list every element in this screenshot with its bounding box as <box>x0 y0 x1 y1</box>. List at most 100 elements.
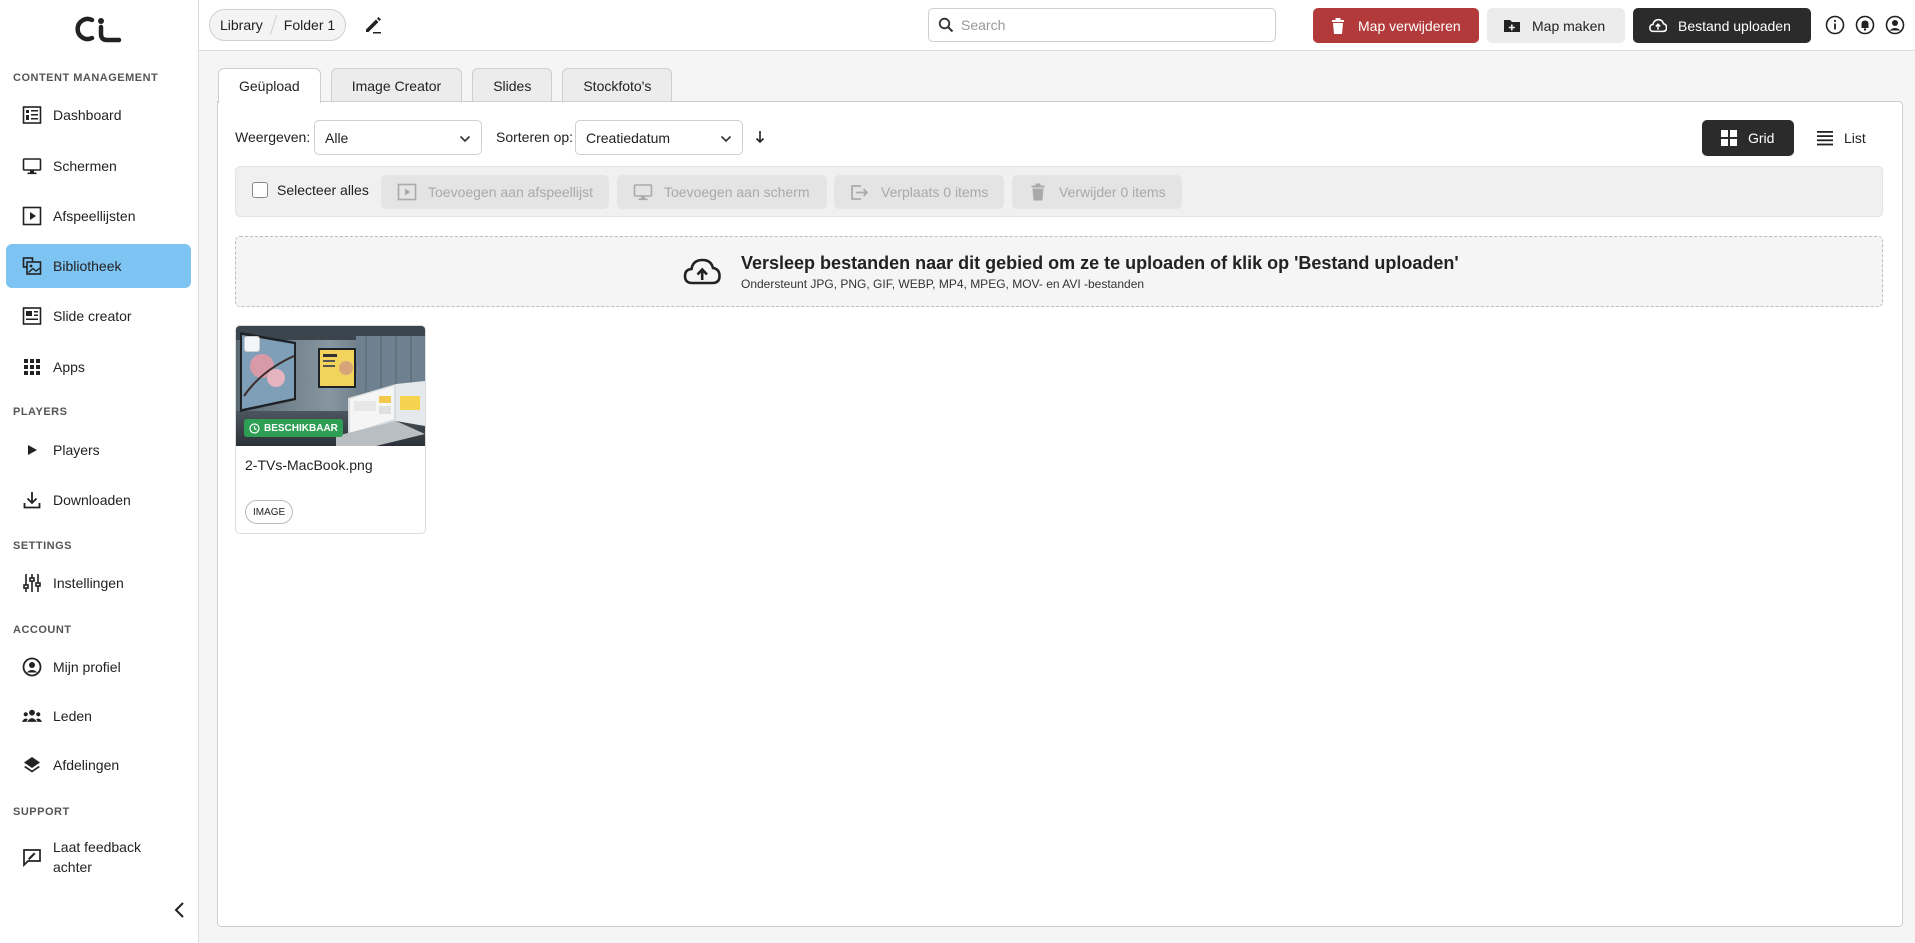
dropzone-subtitle: Ondersteunt JPG, PNG, GIF, WEBP, MP4, MP… <box>741 277 1145 291</box>
upload-file-button[interactable]: Bestand uploaden <box>1633 8 1811 43</box>
dashboard-icon <box>22 105 42 125</box>
cloud-upload-icon <box>1649 18 1667 32</box>
sort-direction-arrow-icon[interactable] <box>752 129 768 145</box>
sidebar-item-apps[interactable]: Apps <box>6 345 191 389</box>
apps-grid-icon <box>22 357 42 377</box>
select-all-checkbox[interactable] <box>252 182 268 198</box>
monitor-icon <box>22 156 42 176</box>
library-icon <box>22 256 42 276</box>
tab-slides[interactable]: Slides <box>472 68 553 102</box>
sort-select[interactable]: Creatiedatum <box>575 120 743 155</box>
section-title-support: SUPPORT <box>13 806 70 818</box>
sidebar-item-label: Instellingen <box>53 575 124 591</box>
sidebar-item-label: Afspeellijsten <box>53 208 136 224</box>
show-filter-label: Weergeven: <box>235 129 311 145</box>
make-folder-button[interactable]: Map maken <box>1487 8 1625 43</box>
sidebar-item-bibliotheek[interactable]: Bibliotheek <box>6 244 191 288</box>
section-title-players: PLAYERS <box>13 406 68 418</box>
file-card[interactable]: BESCHIKBAAR 2-TVs-MacBook.png IMAGE <box>235 325 426 534</box>
sidebar-item-feedback[interactable]: Laat feedback achter <box>6 832 191 882</box>
download-icon <box>22 490 42 510</box>
chevron-down-icon <box>459 135 471 143</box>
monitor-icon <box>633 184 653 201</box>
account-icon[interactable] <box>1885 15 1905 35</box>
sliders-icon <box>22 573 42 593</box>
sidebar-item-label: Downloaden <box>53 492 131 508</box>
add-to-playlist-label: Toevoegen aan afspeellijst <box>428 184 594 200</box>
section-title-settings: SETTINGS <box>13 540 73 552</box>
sidebar-item-label: Bibliotheek <box>53 258 122 274</box>
upload-file-label: Bestand uploaden <box>1678 17 1791 34</box>
move-items-label: Verplaats 0 items <box>881 184 989 200</box>
sidebar-item-label: Dashboard <box>53 107 122 123</box>
sort-label: Sorteren op: <box>496 129 574 145</box>
search-icon <box>938 17 954 33</box>
info-icon[interactable] <box>1825 15 1845 35</box>
sidebar-item-slide-creator[interactable]: Slide creator <box>6 294 191 338</box>
clock-icon <box>249 422 260 434</box>
show-filter-select[interactable]: Alle <box>314 120 482 155</box>
delete-items-button[interactable]: Verwijder 0 items <box>1012 175 1182 209</box>
notification-bell-icon[interactable] <box>1855 15 1875 35</box>
search-box[interactable] <box>928 8 1276 42</box>
add-to-screen-button[interactable]: Toevoegen aan scherm <box>617 175 827 209</box>
play-icon <box>22 440 42 460</box>
breadcrumb-item-folder[interactable]: Folder 1 <box>284 17 335 33</box>
users-icon <box>22 706 42 726</box>
slide-creator-icon <box>22 306 42 326</box>
sort-value: Creatiedatum <box>586 129 671 146</box>
sidebar-item-downloaden[interactable]: Downloaden <box>6 478 191 522</box>
sidebar-item-label: Players <box>53 442 100 458</box>
list-view-label: List <box>1844 130 1866 146</box>
sidebar-item-leden[interactable]: Leden <box>6 694 191 738</box>
delete-folder-label: Map verwijderen <box>1358 17 1461 34</box>
sidebar-item-instellingen[interactable]: Instellingen <box>6 561 191 605</box>
sidebar-item-label: Laat feedback achter <box>53 839 141 875</box>
delete-folder-button[interactable]: Map verwijderen <box>1313 8 1479 43</box>
tab-image-creator[interactable]: Image Creator <box>330 68 463 102</box>
move-items-button[interactable]: Verplaats 0 items <box>834 175 1004 209</box>
cloud-upload-icon <box>683 258 721 285</box>
layers-icon <box>22 755 42 775</box>
tab-geupload[interactable]: Geüpload <box>218 68 321 103</box>
top-bar: Library Folder 1 Map verwijderen Map mak… <box>199 0 1915 51</box>
section-title-content: CONTENT MANAGEMENT <box>13 72 159 84</box>
show-filter-value: Alle <box>325 129 349 146</box>
sidebar-item-dashboard[interactable]: Dashboard <box>6 93 191 137</box>
breadcrumb: Library Folder 1 <box>209 9 347 41</box>
sidebar-item-label: Slide creator <box>53 308 132 324</box>
move-icon <box>851 185 869 200</box>
trash-icon <box>1031 183 1045 201</box>
sidebar-item-mijn-profiel[interactable]: Mijn profiel <box>6 645 191 689</box>
app-logo[interactable] <box>74 14 124 44</box>
sidebar-item-players[interactable]: Players <box>6 428 191 472</box>
sidebar-item-afspeellijsten[interactable]: Afspeellijsten <box>6 194 191 238</box>
search-input[interactable] <box>961 17 1261 33</box>
feedback-icon <box>22 847 42 867</box>
edit-pencil-icon[interactable] <box>363 15 383 35</box>
add-to-playlist-button[interactable]: Toevoegen aan afspeellijst <box>381 175 609 209</box>
file-select-checkbox[interactable] <box>244 336 260 352</box>
list-view-button[interactable]: List <box>1808 120 1888 156</box>
playlist-icon <box>22 206 42 226</box>
tab-stockfotos[interactable]: Stockfoto's <box>562 68 673 102</box>
library-panel <box>217 101 1903 927</box>
file-name: 2-TVs-MacBook.png <box>245 457 373 473</box>
breadcrumb-item-library[interactable]: Library <box>220 17 263 33</box>
playlist-icon <box>397 183 417 201</box>
make-folder-label: Map maken <box>1532 17 1606 34</box>
upload-dropzone[interactable]: Versleep bestanden naar dit gebied om ze… <box>235 236 1883 307</box>
collapse-sidebar-icon[interactable] <box>170 900 190 920</box>
sidebar-item-label: Schermen <box>53 158 117 174</box>
status-badge-label: BESCHIKBAAR <box>264 422 338 434</box>
file-type-tag: IMAGE <box>245 500 294 524</box>
sidebar-item-schermen[interactable]: Schermen <box>6 144 191 188</box>
sidebar-item-afdelingen[interactable]: Afdelingen <box>6 743 191 787</box>
trash-icon <box>1332 17 1344 34</box>
select-all-control[interactable]: Selecteer alles <box>252 182 369 198</box>
breadcrumb-separator <box>269 15 278 35</box>
bulk-action-bar: Selecteer alles Toevoegen aan afspeellij… <box>235 166 1883 217</box>
library-tabs: Geüpload Image Creator Slides Stockfoto'… <box>218 68 682 103</box>
grid-view-button[interactable]: Grid <box>1702 120 1794 156</box>
grid-view-label: Grid <box>1748 130 1775 146</box>
